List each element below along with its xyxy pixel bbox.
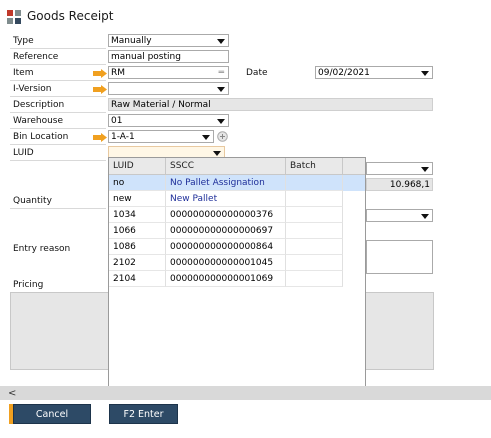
- chevron-down-icon: [217, 39, 225, 44]
- divider: [10, 96, 106, 97]
- divider: [10, 160, 106, 161]
- window-title: Goods Receipt: [27, 9, 114, 23]
- cell-sscc: 000000000000001069: [166, 271, 286, 287]
- divider: [10, 128, 106, 129]
- cell-sscc: No Pallet Assignation: [166, 175, 286, 191]
- cell-batch: [286, 175, 343, 191]
- cell-sscc: 000000000000000376: [166, 207, 286, 223]
- table-row[interactable]: 2104 000000000000001069: [109, 271, 365, 287]
- cell-batch: [286, 239, 343, 255]
- horizontal-scrollbar[interactable]: [0, 386, 491, 400]
- enter-button[interactable]: F2 Enter: [109, 404, 178, 424]
- table-row[interactable]: 1086 000000000000000864: [109, 239, 365, 255]
- description-value: Raw Material / Normal: [111, 100, 211, 110]
- cell-luid: 1086: [109, 239, 166, 255]
- type-value: Manually: [111, 36, 152, 46]
- warehouse-select[interactable]: 01: [108, 114, 229, 127]
- cell-batch: [286, 271, 343, 287]
- quantity-total-value: 10.968,1: [389, 180, 430, 190]
- chevron-down-icon: [421, 71, 429, 76]
- divider: [10, 208, 106, 209]
- table-row[interactable]: new New Pallet: [109, 191, 365, 207]
- chevron-down-icon: [421, 167, 429, 172]
- reference-input[interactable]: manual posting: [108, 50, 229, 63]
- reason-select[interactable]: [366, 209, 433, 222]
- cell-luid: 2104: [109, 271, 166, 287]
- i-version-label: I-Version: [13, 84, 52, 94]
- scroll-left-icon[interactable]: <: [8, 388, 16, 399]
- entry-reason-label: Entry reason: [13, 244, 71, 254]
- list-icon[interactable]: ═: [219, 67, 224, 78]
- cell-batch: [286, 207, 343, 223]
- type-label: Type: [13, 36, 34, 46]
- cell-sscc: 000000000000000864: [166, 239, 286, 255]
- pricing-label: Pricing: [13, 280, 44, 290]
- cell-sscc: 000000000000001045: [166, 255, 286, 271]
- quantity-total-field: 10.968,1: [366, 178, 433, 191]
- cell-sscc: New Pallet: [166, 191, 286, 207]
- grid-header: LUID SSCC Batch: [109, 158, 365, 175]
- chevron-down-icon: [217, 119, 225, 124]
- cell-luid: no: [109, 175, 166, 191]
- app-logo-icon: [7, 10, 21, 24]
- luid-label: LUID: [13, 148, 34, 158]
- column-header-batch[interactable]: Batch: [286, 158, 343, 174]
- link-arrow-icon[interactable]: [93, 85, 107, 94]
- cell-luid: new: [109, 191, 166, 207]
- reference-value: manual posting: [111, 52, 181, 62]
- link-arrow-icon[interactable]: [93, 69, 107, 78]
- link-arrow-icon[interactable]: [93, 133, 107, 142]
- bin-location-label: Bin Location: [13, 132, 69, 142]
- item-input[interactable]: RM ═: [108, 66, 229, 79]
- luid-dropdown-grid[interactable]: LUID SSCC Batch no No Pallet Assignation…: [108, 157, 366, 387]
- cell-luid: 1066: [109, 223, 166, 239]
- date-picker[interactable]: 09/02/2021: [315, 66, 433, 79]
- entry-reason-textarea[interactable]: [366, 240, 433, 274]
- cell-sscc: 000000000000000697: [166, 223, 286, 239]
- cell-batch: [286, 191, 343, 207]
- cell-batch: [286, 223, 343, 239]
- table-row[interactable]: 1034 000000000000000376: [109, 207, 365, 223]
- warehouse-value: 01: [111, 116, 123, 126]
- bin-location-value: 1-A-1: [111, 132, 135, 142]
- cell-luid: 1034: [109, 207, 166, 223]
- table-row[interactable]: 1066 000000000000000697: [109, 223, 365, 239]
- chevron-down-icon: [202, 135, 210, 140]
- column-header-luid[interactable]: LUID: [109, 158, 166, 174]
- date-label: Date: [246, 68, 268, 78]
- type-select[interactable]: Manually: [108, 34, 229, 47]
- column-header-sscc[interactable]: SSCC: [166, 158, 286, 174]
- description-label: Description: [13, 100, 65, 110]
- description-field: Raw Material / Normal: [108, 98, 433, 111]
- table-row[interactable]: 2102 000000000000001045: [109, 255, 365, 271]
- table-row[interactable]: no No Pallet Assignation: [109, 175, 365, 191]
- bin-location-select[interactable]: 1-A-1: [108, 130, 214, 143]
- chevron-down-icon: [421, 214, 429, 219]
- warehouse-label: Warehouse: [13, 116, 64, 126]
- cell-batch: [286, 255, 343, 271]
- cell-luid: 2102: [109, 255, 166, 271]
- i-version-select[interactable]: [108, 82, 229, 95]
- reference-label: Reference: [13, 52, 59, 62]
- item-value: RM: [111, 68, 126, 78]
- divider: [10, 80, 106, 81]
- divider: [10, 64, 106, 65]
- divider: [10, 48, 106, 49]
- divider: [10, 144, 106, 145]
- bin-search-icon[interactable]: [217, 131, 228, 142]
- divider: [10, 112, 106, 113]
- item-label: Item: [13, 68, 34, 78]
- quantity-label: Quantity: [13, 196, 52, 206]
- chevron-down-icon: [213, 151, 221, 156]
- date-value: 09/02/2021: [318, 68, 370, 78]
- unit-select[interactable]: [366, 162, 433, 175]
- cancel-button[interactable]: Cancel: [13, 404, 91, 424]
- chevron-down-icon: [217, 87, 225, 92]
